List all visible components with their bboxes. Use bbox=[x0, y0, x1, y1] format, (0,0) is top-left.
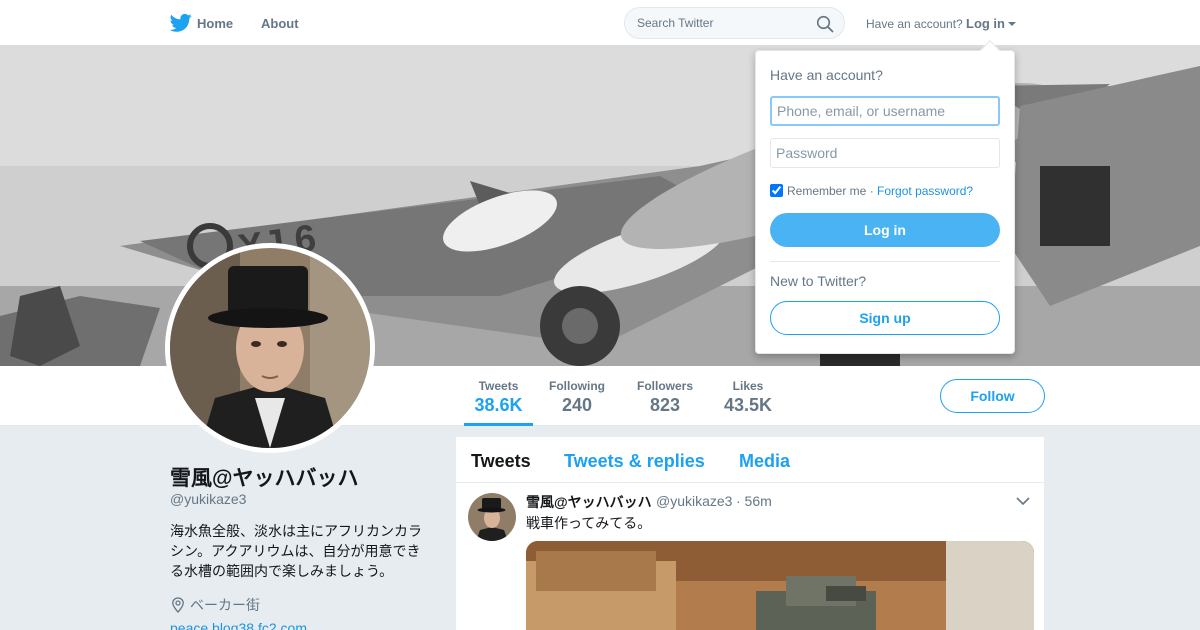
new-to-twitter-text: New to Twitter? bbox=[770, 273, 867, 289]
username-field[interactable] bbox=[770, 96, 1000, 126]
stat-label: Tweets bbox=[478, 379, 519, 393]
timeline: Tweets Tweets & replies Media 雪風@ヤッハバッハ … bbox=[456, 437, 1044, 630]
location-pin-icon bbox=[172, 597, 184, 613]
search-icon[interactable] bbox=[816, 15, 834, 33]
search-box[interactable]: Search Twitter bbox=[624, 7, 845, 39]
remember-me-checkbox[interactable] bbox=[770, 184, 783, 197]
profile-location: ベーカー街 bbox=[170, 595, 260, 615]
stat-label: Likes bbox=[732, 379, 764, 393]
tweet-text: 戦車作ってみてる。 bbox=[526, 515, 652, 531]
tab-tweets-replies[interactable]: Tweets & replies bbox=[564, 451, 705, 472]
signup-button[interactable]: Sign up bbox=[770, 301, 1000, 335]
nav-home-link[interactable]: Home bbox=[197, 16, 233, 31]
stat-value: 823 bbox=[649, 395, 681, 415]
profile-url-link[interactable]: peace.blog38.fc2.com bbox=[170, 620, 307, 630]
stat-value: 38.6K bbox=[474, 395, 523, 415]
stat-tweets[interactable]: Tweets 38.6K bbox=[464, 379, 533, 426]
tweet-photo-tank-model bbox=[526, 541, 1034, 630]
login-heading: Have an account? bbox=[770, 67, 883, 83]
profile-bio: 海水魚全般、淡水は主にアフリカンカラシン。アクアリウムは、自分が用意できる水槽の… bbox=[170, 523, 422, 579]
tweet-author-handle[interactable]: @yukikaze3 bbox=[656, 493, 732, 509]
chevron-down-icon[interactable] bbox=[1016, 496, 1030, 506]
stat-label: Followers bbox=[636, 379, 693, 393]
login-dropdown-toggle[interactable]: Log in bbox=[966, 16, 1005, 31]
stat-following[interactable]: Following 240 bbox=[544, 379, 610, 416]
stat-label: Following bbox=[549, 379, 605, 393]
separator-dot: · bbox=[869, 184, 874, 198]
profile-handle[interactable]: @yukikaze3 bbox=[170, 491, 246, 507]
caret-down-icon[interactable] bbox=[1008, 22, 1016, 26]
stat-followers[interactable]: Followers 823 bbox=[632, 379, 698, 416]
divider bbox=[770, 261, 1000, 262]
tweet-author-name[interactable]: 雪風@ヤッハバッハ bbox=[526, 492, 652, 512]
remember-me-label[interactable]: Remember me bbox=[787, 184, 866, 198]
password-field[interactable] bbox=[770, 138, 1000, 168]
profile-name: 雪風@ヤッハバッハ bbox=[170, 467, 359, 490]
tweet-media-image[interactable] bbox=[526, 541, 1034, 630]
have-account-text: Have an account? bbox=[866, 17, 963, 31]
timeline-tabs: Tweets Tweets & replies Media bbox=[456, 437, 1044, 483]
nav-about-link[interactable]: About bbox=[261, 16, 299, 31]
stat-likes[interactable]: Likes 43.5K bbox=[720, 379, 776, 416]
login-button[interactable]: Log in bbox=[770, 213, 1000, 247]
follow-button[interactable]: Follow bbox=[940, 379, 1045, 413]
search-input[interactable]: Search Twitter bbox=[637, 16, 713, 30]
tab-media[interactable]: Media bbox=[739, 451, 790, 472]
top-nav-bar: Home About Search Twitter Have an accoun… bbox=[0, 0, 1200, 46]
location-text: ベーカー街 bbox=[190, 597, 260, 613]
forgot-password-link[interactable]: Forgot password? bbox=[877, 184, 973, 198]
stat-value: 43.5K bbox=[723, 395, 773, 415]
tweet-item[interactable]: 雪風@ヤッハバッハ @yukikaze3 · 56m 戦車作ってみてる。 bbox=[456, 483, 1044, 630]
profile-avatar[interactable] bbox=[165, 243, 375, 453]
remember-me-row: Remember me · Forgot password? bbox=[770, 184, 973, 198]
login-dropdown: Have an account? Remember me · Forgot pa… bbox=[755, 40, 1015, 354]
stat-value: 240 bbox=[561, 395, 593, 415]
tweet-timestamp[interactable]: · 56m bbox=[736, 493, 772, 509]
twitter-bird-icon[interactable] bbox=[170, 13, 192, 33]
tweet-avatar-image bbox=[468, 493, 516, 541]
tweet-avatar[interactable] bbox=[468, 493, 516, 541]
avatar-portrait-image bbox=[170, 248, 370, 448]
tab-tweets[interactable]: Tweets bbox=[471, 451, 531, 472]
